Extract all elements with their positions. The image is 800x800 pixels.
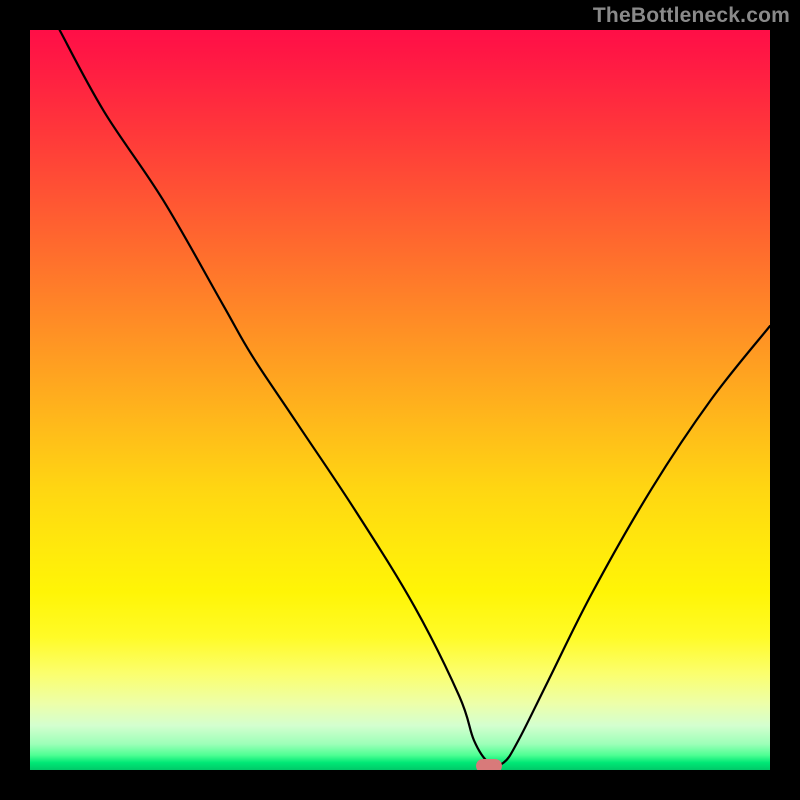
curve-path: [60, 30, 770, 766]
bottleneck-curve: [30, 30, 770, 770]
plot-area: [30, 30, 770, 770]
chart-frame: TheBottleneck.com: [0, 0, 800, 800]
watermark-label: TheBottleneck.com: [593, 4, 790, 28]
optimal-point-marker: [476, 759, 502, 770]
